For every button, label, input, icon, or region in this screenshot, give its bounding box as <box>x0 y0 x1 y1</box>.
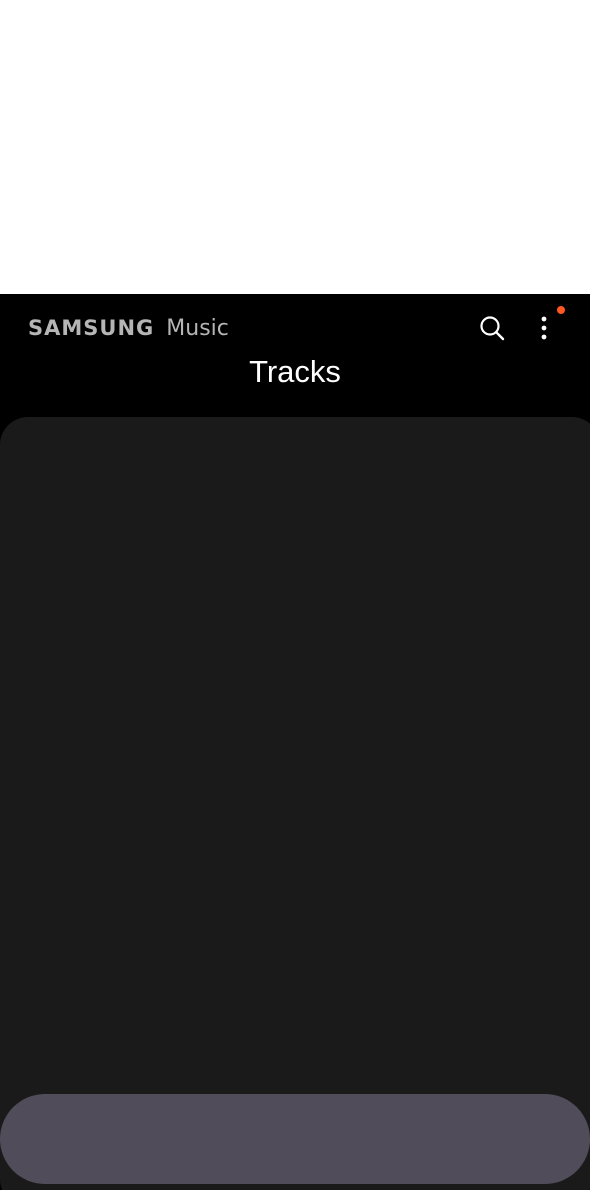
bottom-player-bar[interactable] <box>0 1094 590 1184</box>
blank-top-area <box>0 0 590 294</box>
app-logo: SAMSUNG Music <box>28 314 229 342</box>
page-title: Tracks <box>249 354 341 389</box>
app-bar: SAMSUNG Music <box>0 294 590 360</box>
tracks-list-panel[interactable] <box>0 417 590 1190</box>
search-icon <box>480 316 505 341</box>
more-options-button[interactable] <box>526 310 562 346</box>
logo-music-text: Music <box>166 315 229 341</box>
notification-badge <box>557 306 565 314</box>
music-app-screen: SAMSUNG Music Tracks <box>0 294 590 1190</box>
search-button[interactable] <box>474 310 510 346</box>
logo-samsung-text: SAMSUNG <box>28 316 155 340</box>
more-vert-icon <box>541 316 547 340</box>
